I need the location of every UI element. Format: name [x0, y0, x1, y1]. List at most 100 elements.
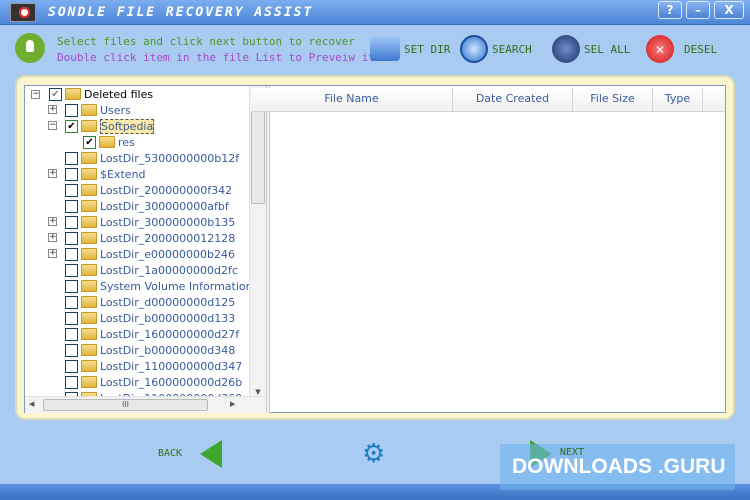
tree-item[interactable]: + LostDir_300000000b135	[48, 214, 236, 230]
tree-item[interactable]: ✔ res	[83, 134, 135, 150]
checkbox[interactable]	[65, 359, 78, 373]
folder-tree[interactable]: − ✔ Deleted files + Users − ✔ Softpedia ✔ res L…	[25, 86, 249, 396]
checkbox[interactable]	[65, 215, 78, 229]
tree-item[interactable]: LostDir_1600000000d26b	[65, 374, 242, 390]
title-bar: SONDLE FILE RECOVERY ASSIST ? – X	[0, 0, 750, 25]
expand-toggle[interactable]: +	[48, 249, 57, 258]
checkbox[interactable]	[65, 295, 78, 309]
folder-icon	[81, 296, 97, 308]
checkbox[interactable]: ✔	[49, 87, 62, 101]
folder-icon	[81, 184, 97, 196]
checkbox[interactable]	[65, 167, 78, 181]
tree-item-label: Softpedia	[100, 118, 155, 134]
checkbox[interactable]	[65, 231, 78, 245]
checkbox[interactable]	[65, 311, 78, 325]
splitter[interactable]	[266, 86, 270, 413]
column-file-name[interactable]: File Name	[251, 88, 453, 112]
tree-item[interactable]: LostDir_d00000000d125	[65, 294, 235, 310]
tree-item-label: LostDir_300000000b135	[100, 215, 236, 229]
column-file-size[interactable]: File Size	[573, 88, 653, 112]
tree-item[interactable]: LostDir_1100000000d347	[65, 358, 242, 374]
expand-toggle[interactable]: +	[48, 217, 57, 226]
folder-icon	[81, 312, 97, 324]
checkbox[interactable]	[65, 279, 78, 293]
search-label: SEARCH	[492, 42, 532, 56]
tree-item[interactable]: − ✔ Softpedia	[48, 118, 155, 134]
next-label[interactable]: NEXT	[560, 447, 584, 458]
deselect-button[interactable]: ✕ DESEL	[646, 33, 717, 65]
app-icon	[10, 3, 36, 22]
expand-toggle[interactable]: −	[31, 89, 40, 99]
folder-icon	[81, 120, 97, 132]
deselect-label: DESEL	[684, 42, 718, 56]
scroll-down-icon[interactable]: ▼	[250, 388, 266, 396]
tree-horizontal-scrollbar[interactable]: ◀ III ▶	[25, 396, 266, 413]
tree-item[interactable]: + LostDir_2000000012128	[48, 230, 236, 246]
watermark: DOWNLOADS .GURU	[500, 444, 735, 490]
tree-item[interactable]: LostDir_b00000000d133	[65, 310, 235, 326]
checkbox[interactable]	[65, 327, 78, 341]
scroll-left-icon[interactable]: ◀	[29, 400, 34, 408]
hint-preview: Double click item in the file List to Pr…	[57, 51, 375, 64]
expand-toggle[interactable]: +	[48, 233, 57, 242]
column-filler	[703, 88, 725, 112]
scroll-right-icon[interactable]: ▶	[230, 400, 235, 408]
tree-vertical-scrollbar[interactable]: ▲ ▼	[249, 86, 266, 396]
tree-item-label: LostDir_5300000000b12f	[100, 151, 240, 165]
folder-icon	[81, 344, 97, 356]
tree-item[interactable]: System Volume Information	[65, 278, 249, 294]
folder-icon	[81, 248, 97, 260]
tree-item[interactable]: LostDir_b00000000d348	[65, 342, 235, 358]
folder-icon	[81, 104, 97, 116]
tree-item-label: LostDir_b00000000d133	[100, 311, 236, 325]
folder-icon	[81, 264, 97, 276]
help-button[interactable]: ?	[658, 1, 682, 19]
tree-item[interactable]: LostDir_5300000000b12f	[65, 150, 239, 166]
checkbox[interactable]	[65, 375, 78, 389]
select-all-button[interactable]: SEL ALL	[552, 33, 630, 65]
window-title: SONDLE FILE RECOVERY ASSIST	[48, 5, 314, 20]
tree-item-label: LostDir_e00000000b246	[100, 247, 235, 261]
column-type[interactable]: Type	[653, 88, 703, 112]
expand-toggle[interactable]: −	[48, 121, 57, 130]
close-button[interactable]: X	[714, 1, 744, 19]
checkbox[interactable]	[65, 343, 78, 357]
tree-item-label: LostDir_1600000000d27f	[100, 327, 240, 341]
checkbox[interactable]: ✔	[65, 119, 78, 133]
checkbox[interactable]	[65, 247, 78, 261]
tree-item[interactable]: + LostDir_e00000000b246	[48, 246, 235, 262]
checkbox[interactable]	[65, 103, 78, 117]
expand-toggle[interactable]: +	[48, 105, 57, 114]
set-dir-button[interactable]: SET DIR	[370, 33, 450, 65]
select-all-label: SEL ALL	[584, 42, 631, 56]
expand-toggle[interactable]: +	[48, 169, 57, 178]
checkbox[interactable]	[65, 263, 78, 277]
back-label[interactable]: BACK	[158, 448, 182, 459]
hint-select: Select files and click next button to re…	[57, 35, 356, 48]
scroll-thumb[interactable]	[251, 104, 265, 204]
gear-icon[interactable]: ⚙	[362, 441, 385, 467]
tree-item[interactable]: + $Extend	[48, 166, 146, 182]
tree-root[interactable]: − ✔ Deleted files	[31, 86, 153, 102]
folder-icon	[65, 88, 81, 100]
folder-icon	[81, 216, 97, 228]
search-button[interactable]: SEARCH	[460, 33, 532, 65]
tree-item[interactable]: LostDir_1a00000000d2fc	[65, 262, 238, 278]
column-date-created[interactable]: Date Created	[453, 88, 573, 112]
checkbox[interactable]	[65, 151, 78, 165]
checkbox[interactable]: ✔	[83, 135, 96, 149]
tree-item[interactable]: LostDir_300000000afbf	[65, 198, 229, 214]
tree-item-label: LostDir_2000000012128	[100, 231, 236, 245]
checkbox[interactable]	[65, 183, 78, 197]
tree-item-label: res	[118, 135, 135, 149]
lightbulb-icon	[15, 33, 45, 63]
folder-icon	[81, 232, 97, 244]
minimize-button[interactable]: –	[686, 1, 710, 19]
tree-item[interactable]: LostDir_1600000000d27f	[65, 326, 239, 342]
back-arrow-icon[interactable]	[200, 440, 222, 468]
checkbox[interactable]	[65, 199, 78, 213]
folder-icon	[81, 152, 97, 164]
scroll-thumb[interactable]: III	[43, 399, 208, 411]
tree-item[interactable]: + Users	[48, 102, 131, 118]
tree-item[interactable]: LostDir_200000000f342	[65, 182, 232, 198]
